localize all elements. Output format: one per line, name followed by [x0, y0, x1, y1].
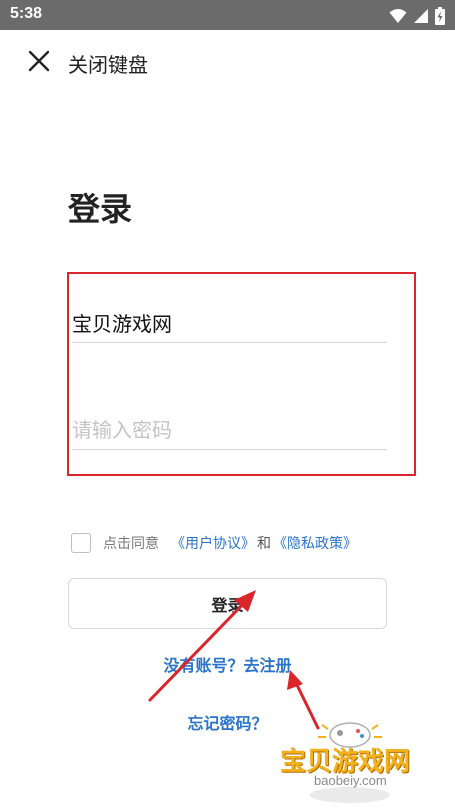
agree-checkbox[interactable]	[71, 533, 91, 553]
watermark-name: 宝贝游戏网	[280, 747, 411, 777]
status-time: 5:38	[10, 5, 43, 22]
close-button[interactable]	[22, 46, 56, 80]
register-link[interactable]: 没有账号？去注册	[0, 652, 455, 676]
user-agreement-link[interactable]: 《用户协议》	[171, 533, 255, 553]
username-input[interactable]	[72, 303, 387, 343]
watermark-domain: baobeiy.com	[314, 773, 387, 788]
privacy-policy-link[interactable]: 《隐私政策》	[273, 533, 357, 553]
close-icon	[28, 50, 50, 76]
forgot-password-link[interactable]: 忘记密码？	[0, 710, 455, 734]
top-bar: 关闭键盘	[0, 30, 455, 92]
battery-icon	[435, 7, 445, 29]
agree-prefix: 点击同意	[103, 536, 159, 552]
signal-icon	[413, 8, 429, 28]
agree-and: 和	[257, 536, 271, 552]
login-button[interactable]: 登录	[68, 578, 387, 629]
page-title: 登录	[68, 190, 133, 228]
close-keyboard-label[interactable]: 关闭键盘	[68, 49, 148, 78]
wifi-icon	[389, 8, 407, 28]
password-input[interactable]	[72, 410, 387, 450]
status-bar: 5:38	[0, 0, 455, 30]
agreement-row: 点击同意 《用户协议》 和 《隐私政策》	[71, 532, 357, 554]
status-icons	[389, 7, 445, 29]
